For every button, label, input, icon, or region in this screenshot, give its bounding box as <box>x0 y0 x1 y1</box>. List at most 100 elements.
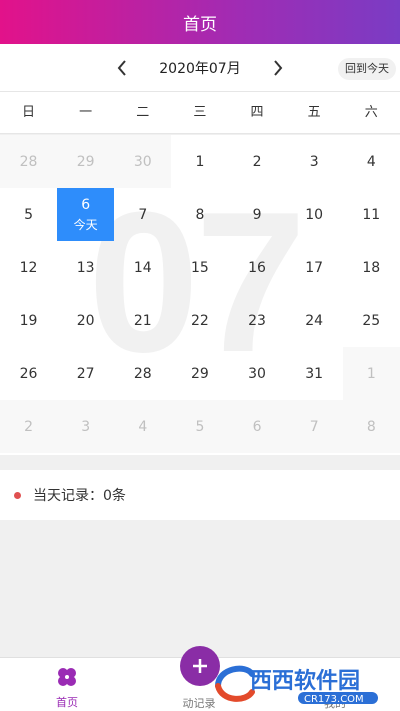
day-number: 26 <box>19 365 38 382</box>
calendar-day[interactable]: 19 <box>0 294 57 347</box>
calendar-day[interactable]: 3 <box>286 135 343 188</box>
calendar-day[interactable]: 2 <box>0 400 58 453</box>
calendar-day[interactable]: 30 <box>114 135 172 188</box>
tab-home[interactable]: 首页 <box>32 666 102 710</box>
calendar-day[interactable]: 1 <box>171 135 228 188</box>
calendar-day[interactable]: 6 <box>228 400 286 453</box>
weekday-header: 日 一 二 三 四 五 六 <box>0 92 400 134</box>
calendar-day[interactable]: 25 <box>343 294 400 347</box>
today-label: 今天 <box>73 217 98 232</box>
calendar-day[interactable]: 24 <box>286 294 343 347</box>
calendar-day[interactable]: 29 <box>171 347 228 400</box>
day-number: 14 <box>133 259 152 276</box>
calendar-day[interactable]: 8 <box>171 188 228 241</box>
day-number: 6 <box>252 418 262 435</box>
status-dot <box>14 491 21 499</box>
day-number: 3 <box>81 418 91 435</box>
calendar-day-today[interactable]: 6 今天 <box>57 188 115 241</box>
calendar-day[interactable]: 11 <box>343 188 400 241</box>
calendar-day[interactable]: 2 <box>229 135 286 188</box>
calendar-day[interactable]: 27 <box>57 347 114 400</box>
calendar-day[interactable]: 22 <box>171 294 228 347</box>
calendar-day[interactable]: 7 <box>285 400 343 453</box>
back-to-today-button[interactable]: 回到今天 <box>338 58 396 80</box>
next-month-button[interactable] <box>265 55 291 81</box>
day-number: 25 <box>362 312 381 329</box>
calendar-day[interactable]: 10 <box>286 188 343 241</box>
day-number: 9 <box>252 206 262 223</box>
weekday-label: 四 <box>250 105 264 120</box>
calendar-days: 28 29 30 1 2 3 4 5 6 今天 7 8 9 10 11 12 13 14 15 16 17 18 19 20 2… <box>0 135 400 453</box>
prev-month-button[interactable] <box>109 55 135 81</box>
calendar-day[interactable]: 4 <box>114 400 172 453</box>
calendar-day[interactable]: 30 <box>229 347 286 400</box>
logo-text: 西西软件园 <box>250 668 360 694</box>
calendar-day[interactable]: 14 <box>114 241 171 294</box>
day-number: 7 <box>138 206 148 223</box>
calendar-day[interactable]: 3 <box>57 400 115 453</box>
weekday-label: 五 <box>307 105 321 120</box>
calendar-day[interactable]: 8 <box>342 400 400 453</box>
day-number: 30 <box>248 365 266 382</box>
site-watermark-logo: 西西软件园 CR173.COM <box>215 665 378 705</box>
calendar-day[interactable]: 28 <box>0 135 58 188</box>
day-number: 29 <box>76 153 95 170</box>
calendar-day[interactable]: 7 <box>114 188 171 241</box>
day-number: 29 <box>191 365 209 382</box>
day-number: 28 <box>19 153 38 170</box>
day-number: 1 <box>195 153 205 170</box>
calendar-day[interactable]: 9 <box>229 188 286 241</box>
current-month-label: 2020年07月 <box>159 60 241 77</box>
calendar-day[interactable]: 31 <box>286 347 343 400</box>
day-number: 12 <box>19 259 38 276</box>
day-number: 5 <box>195 418 205 435</box>
calendar-day[interactable]: 28 <box>114 347 171 400</box>
weekday-label: 日 <box>22 105 36 120</box>
calendar-day[interactable]: 23 <box>229 294 286 347</box>
day-number: 3 <box>309 153 319 170</box>
calendar-day[interactable]: 26 <box>0 347 57 400</box>
calendar-day[interactable]: 15 <box>171 241 228 294</box>
app-header: 首页 <box>0 0 400 44</box>
day-number: 27 <box>76 365 95 382</box>
calendar-day[interactable]: 13 <box>57 241 114 294</box>
logo-url-text: CR173.COM <box>304 694 364 705</box>
page-title: 首页 <box>183 14 217 35</box>
calendar-day[interactable]: 12 <box>0 241 57 294</box>
day-number: 8 <box>195 206 205 223</box>
calendar-day[interactable]: 1 <box>342 347 400 400</box>
calendar-day[interactable]: 4 <box>343 135 400 188</box>
home-flower-icon <box>58 668 76 686</box>
calendar-day[interactable]: 29 <box>57 135 115 188</box>
chevron-right-icon <box>273 59 283 76</box>
calendar-day[interactable]: 16 <box>229 241 286 294</box>
calendar-day[interactable]: 18 <box>343 241 400 294</box>
calendar-day[interactable]: 5 <box>0 188 57 241</box>
calendar-day[interactable]: 17 <box>286 241 343 294</box>
day-number: 13 <box>76 259 95 276</box>
day-number: 24 <box>305 312 324 329</box>
day-number: 10 <box>305 206 324 223</box>
day-number: 8 <box>366 418 376 435</box>
day-number: 6 <box>81 196 91 213</box>
calendar-day[interactable]: 20 <box>57 294 114 347</box>
day-number: 18 <box>362 259 381 276</box>
day-number: 2 <box>24 418 34 435</box>
day-number: 23 <box>248 312 266 329</box>
day-number: 30 <box>133 153 152 170</box>
weekday-label: 六 <box>364 105 378 120</box>
day-number: 1 <box>366 365 376 382</box>
day-number: 22 <box>191 312 209 329</box>
calendar-day[interactable]: 21 <box>114 294 171 347</box>
records-count-text: 当天记录：0条 <box>33 488 126 504</box>
day-number: 20 <box>76 312 95 329</box>
calendar-day[interactable]: 5 <box>171 400 229 453</box>
tab-home-label: 首页 <box>56 696 78 709</box>
chevron-left-icon <box>117 59 127 76</box>
weekday-label: 一 <box>79 105 93 120</box>
day-number: 5 <box>24 206 34 223</box>
day-number: 31 <box>305 365 324 382</box>
plus-icon <box>193 659 207 673</box>
day-number: 19 <box>19 312 38 329</box>
calendar-grid: 07 28 29 30 1 2 3 4 5 6 今天 7 8 9 10 11 12 13 14 15 16 17 18 19… <box>0 135 400 455</box>
